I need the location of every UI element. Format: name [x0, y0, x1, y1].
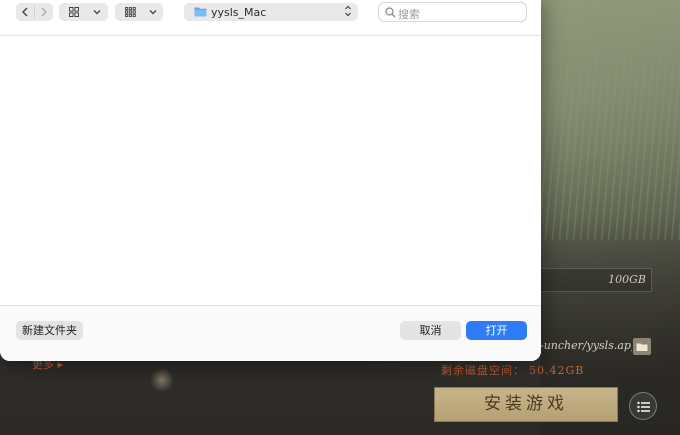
chevron-right-icon [41, 7, 47, 17]
install-game-button[interactable]: 安装游戏 [434, 387, 618, 422]
updown-chevron-icon [344, 4, 352, 20]
nav-segment [16, 3, 53, 21]
chevron-down-icon [93, 10, 101, 15]
disk-space-label: 剩余磁盘空间： [441, 364, 525, 377]
view-mode-dropdown[interactable] [91, 3, 103, 21]
browse-folder-button[interactable] [633, 338, 651, 355]
disk-space-row: 剩余磁盘空间： 50.42GB [441, 362, 584, 378]
folder-open-icon [636, 343, 648, 351]
search-icon [385, 7, 396, 18]
location-popup[interactable]: yysls_Mac [184, 3, 358, 21]
list-icon [637, 401, 650, 413]
location-label: yysls_Mac [211, 6, 267, 19]
install-path-text: -uncher/yysls.app [540, 339, 632, 352]
group-popup[interactable] [115, 3, 163, 21]
open-file-dialog: yysls_Mac 搜索 新建文件夹 取消 打开 [0, 0, 541, 361]
file-browser-area[interactable] [0, 37, 541, 305]
disk-space-value: 50.42GB [529, 364, 585, 377]
view-mode-button[interactable] [65, 3, 83, 21]
install-size-value: 100GB [608, 273, 646, 286]
dialog-toolbar: yysls_Mac 搜索 [0, 0, 541, 36]
light-orb [150, 368, 174, 392]
view-mode-popup[interactable] [59, 3, 108, 21]
willow-artwork [540, 0, 680, 240]
menu-list-button[interactable] [629, 392, 657, 420]
new-folder-button[interactable]: 新建文件夹 [16, 321, 83, 340]
group-button[interactable] [121, 3, 139, 21]
search-input[interactable]: 搜索 [398, 6, 420, 22]
back-button[interactable] [16, 3, 34, 21]
open-button[interactable]: 打开 [466, 321, 527, 340]
cancel-button[interactable]: 取消 [400, 321, 461, 340]
chevron-down-icon [149, 10, 157, 15]
grid-icon [69, 7, 79, 17]
group-grid-icon [124, 7, 136, 17]
group-dropdown[interactable] [147, 3, 159, 21]
dialog-footer: 新建文件夹 取消 打开 [0, 305, 541, 361]
search-field[interactable]: 搜索 [378, 2, 527, 22]
folder-icon [194, 7, 207, 17]
forward-button[interactable] [35, 3, 53, 21]
chevron-left-icon [22, 7, 28, 17]
